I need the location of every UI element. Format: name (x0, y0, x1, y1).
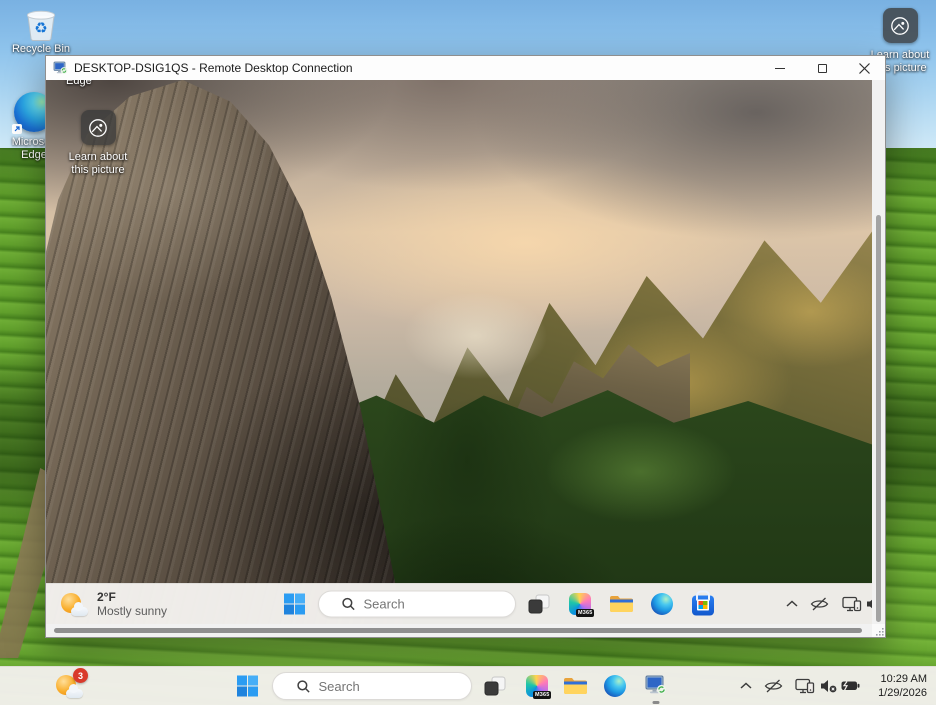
remote-weather-condition: Mostly sunny (97, 604, 167, 618)
remote-folder-icon (609, 594, 634, 614)
volume-button[interactable] (820, 679, 837, 693)
rdp-taskbar-button[interactable] (643, 667, 669, 705)
host-taskbar: 3 M365 (0, 666, 936, 705)
remote-search-box[interactable] (318, 591, 516, 618)
horizontal-scrollbar[interactable] (46, 624, 872, 637)
remote-windows-logo-icon (284, 594, 305, 615)
chevron-up-icon (740, 683, 752, 690)
remote-volume-button[interactable] (866, 597, 872, 611)
host-desktop: ♻ Recycle Bin Microsoft Edge Learn about… (0, 0, 936, 705)
battery-button[interactable] (841, 681, 860, 692)
rdp-titlebar[interactable]: DESKTOP-DSIG1QS - Remote Desktop Connect… (46, 56, 885, 80)
remote-learn-about-picture-shortcut[interactable]: Learn about this picture (63, 110, 133, 177)
cast-icon (795, 678, 815, 694)
resize-grip[interactable] (872, 624, 885, 637)
tray-time: 10:29 AM (878, 672, 927, 686)
remote-search-input[interactable] (364, 597, 494, 612)
vertical-scrollbar[interactable] (872, 80, 885, 624)
task-view-icon (484, 676, 506, 696)
privacy-button[interactable] (764, 679, 783, 694)
battery-icon (841, 681, 860, 692)
windows-logo-icon (237, 676, 258, 697)
minimize-icon (775, 68, 785, 69)
recycle-bin-icon: ♻ (24, 6, 58, 42)
weather-button[interactable]: 3 (55, 673, 83, 699)
search-input[interactable] (319, 679, 449, 694)
remote-file-explorer-button[interactable] (609, 594, 634, 614)
remote-search-icon (341, 597, 356, 612)
remote-edge-shortcut-label[interactable]: Edge (66, 80, 92, 88)
close-button[interactable] (843, 56, 885, 80)
volume-muted-icon (820, 679, 837, 693)
maximize-button[interactable] (801, 56, 843, 80)
svg-text:♻: ♻ (34, 20, 47, 37)
close-icon (859, 63, 870, 74)
remote-copilot-button[interactable]: M365 (569, 593, 591, 615)
remote-cast-icon (842, 596, 862, 612)
clock-button[interactable]: 10:29 AM 1/29/2026 (878, 672, 927, 700)
remote-edge-button[interactable] (651, 593, 673, 615)
rdp-connection-icon (53, 61, 68, 75)
remote-m365-copilot-icon: M365 (569, 593, 591, 615)
vertical-scrollbar-thumb[interactable] (876, 215, 881, 622)
notification-badge: 3 (73, 668, 88, 683)
remote-task-view-icon (528, 594, 550, 614)
eye-slash-icon (764, 679, 783, 694)
cast-button[interactable] (795, 678, 815, 694)
remote-weather-widget[interactable]: 2°F Mostly sunny (60, 590, 167, 618)
tray-date: 1/29/2026 (878, 686, 927, 700)
minimize-button[interactable] (759, 56, 801, 80)
edge-taskbar-icon (604, 675, 626, 697)
remote-wallpaper (46, 80, 872, 624)
m365-copilot-icon: M365 (526, 675, 548, 697)
remote-chevron-up-icon (786, 601, 798, 608)
weather-icon: 3 (55, 673, 83, 699)
remote-task-view-button[interactable] (528, 594, 550, 614)
start-button[interactable] (237, 676, 258, 697)
remote-desktop-viewport[interactable]: Edge Learn about this picture (46, 80, 872, 624)
search-box[interactable] (272, 672, 472, 700)
search-icon (296, 679, 311, 694)
remote-store-button[interactable] (692, 593, 714, 616)
rdp-window: DESKTOP-DSIG1QS - Remote Desktop Connect… (45, 55, 886, 638)
picture-icon (883, 8, 918, 43)
remote-start-button[interactable] (284, 594, 305, 615)
tray-chevron-button[interactable] (740, 683, 752, 690)
recycle-bin-shortcut[interactable]: ♻ Recycle Bin (10, 6, 72, 56)
remote-weather-temp: 2°F (97, 590, 167, 604)
remote-privacy-button[interactable] (810, 597, 829, 612)
remote-picture-icon (81, 110, 116, 145)
folder-icon (563, 676, 588, 696)
remote-store-icon (692, 596, 714, 616)
running-indicator (653, 701, 660, 704)
remote-edge-icon (651, 593, 673, 615)
remote-taskbar: 2°F Mostly sunny (46, 583, 872, 624)
remote-tray-chevron-button[interactable] (786, 601, 798, 608)
remote-volume-muted-icon (866, 597, 872, 611)
remote-eye-slash-icon (810, 597, 829, 612)
window-title: DESKTOP-DSIG1QS - Remote Desktop Connect… (74, 61, 353, 75)
copilot-button[interactable]: M365 (526, 675, 548, 697)
shortcut-arrow-icon (12, 124, 22, 134)
remote-cast-button[interactable] (842, 596, 862, 612)
maximize-icon (818, 64, 827, 73)
horizontal-scrollbar-thumb[interactable] (54, 628, 862, 633)
remote-valley-haze (376, 276, 574, 396)
file-explorer-button[interactable] (563, 676, 588, 696)
remote-learn-about-picture-label: Learn about this picture (63, 151, 133, 177)
rdp-app-icon (643, 675, 669, 698)
edge-button[interactable] (604, 675, 626, 697)
remote-weather-icon (60, 591, 88, 617)
task-view-button[interactable] (484, 676, 506, 696)
